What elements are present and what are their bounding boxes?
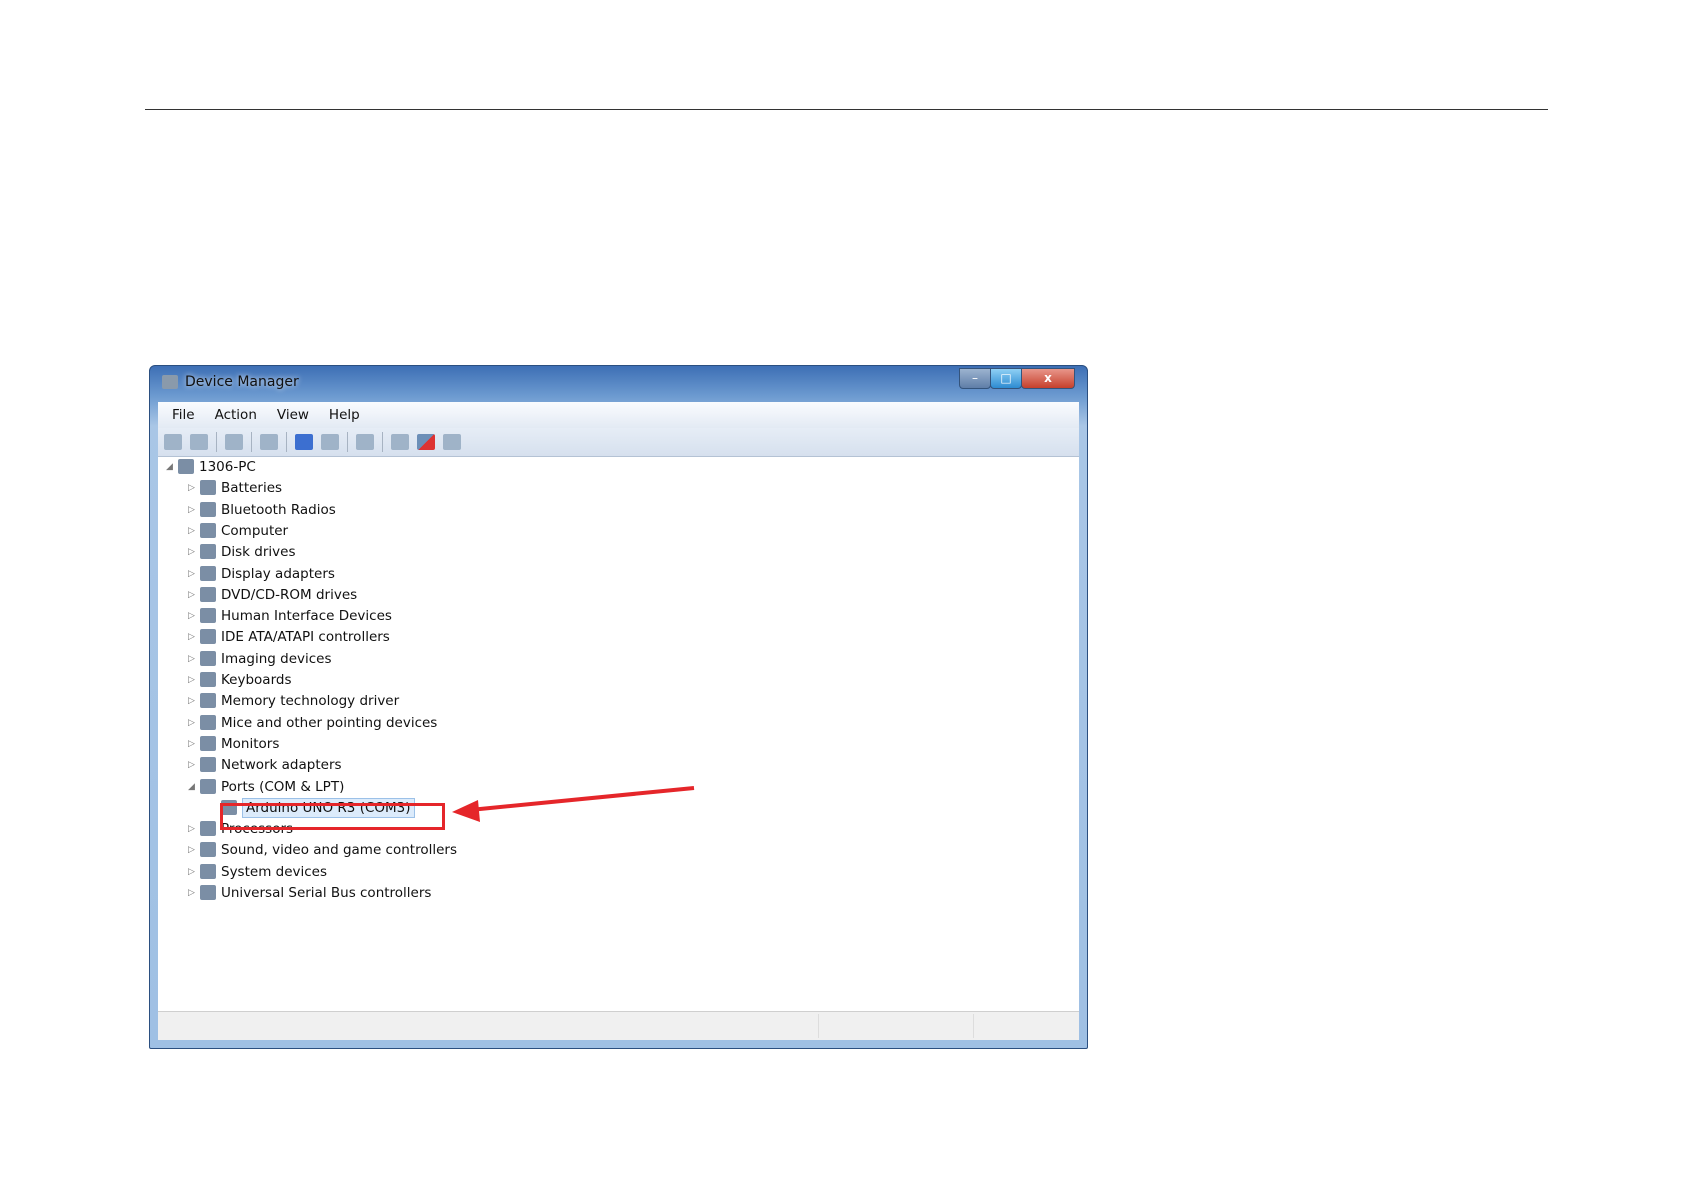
arrow-shaft: [469, 786, 695, 812]
arrow-head: [452, 800, 480, 822]
annotation-arrow: [452, 786, 695, 822]
